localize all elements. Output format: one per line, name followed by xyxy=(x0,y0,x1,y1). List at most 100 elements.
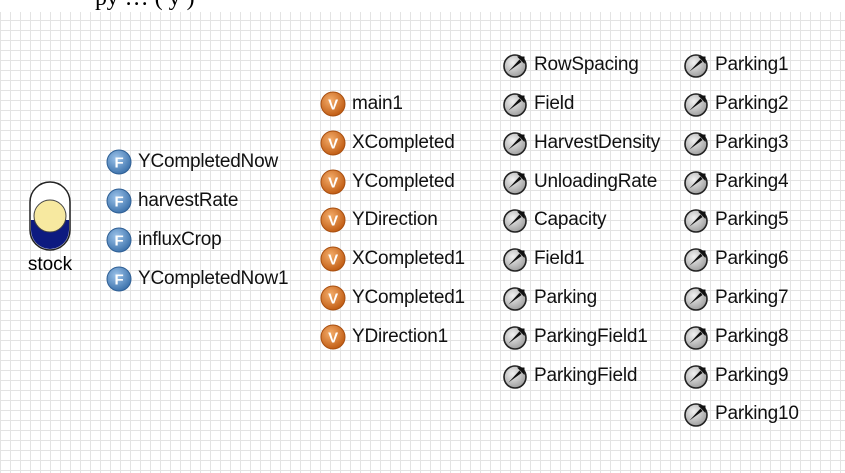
parameter-item[interactable]: Parking8 xyxy=(683,324,789,350)
svg-text:F: F xyxy=(115,155,124,172)
parameter-item[interactable]: Parking2 xyxy=(683,91,789,117)
variable-item[interactable]: V XCompleted1 xyxy=(320,246,465,272)
parameter-label: ParkingField1 xyxy=(534,326,648,347)
svg-text:V: V xyxy=(328,291,338,308)
parameter-item[interactable]: Field xyxy=(502,91,574,117)
svg-text:F: F xyxy=(115,233,124,250)
parameter-item[interactable]: Parking6 xyxy=(683,246,789,272)
parameter-icon xyxy=(502,285,528,311)
parameter-icon xyxy=(683,246,709,272)
svg-text:V: V xyxy=(328,136,338,153)
parameter-label: Parking9 xyxy=(715,365,789,386)
parameter-icon xyxy=(683,401,709,427)
parameter-item[interactable]: Field1 xyxy=(502,246,585,272)
parameter-label: HarvestDensity xyxy=(534,132,661,153)
parameter-icon xyxy=(502,207,528,233)
variable-item[interactable]: V YCompleted1 xyxy=(320,285,465,311)
variable-label: main1 xyxy=(352,93,403,114)
variable-item[interactable]: V YDirection1 xyxy=(320,324,448,350)
parameter-item[interactable]: Parking1 xyxy=(683,52,789,78)
parameter-icon xyxy=(683,52,709,78)
variable-icon: V xyxy=(320,207,346,233)
variable-item[interactable]: V YCompleted xyxy=(320,169,455,195)
function-item[interactable]: F YCompletedNow xyxy=(106,149,278,175)
parameter-item[interactable]: Parking xyxy=(502,285,597,311)
parameter-icon xyxy=(502,169,528,195)
variable-label: YDirection xyxy=(352,209,438,230)
variable-icon: V xyxy=(320,285,346,311)
stock-element[interactable]: stock xyxy=(24,180,76,276)
parameter-item[interactable]: Parking3 xyxy=(683,130,789,156)
svg-text:V: V xyxy=(328,175,338,192)
parameter-label: Parking3 xyxy=(715,132,789,153)
parameter-label: Parking10 xyxy=(715,403,799,424)
variable-icon: V xyxy=(320,130,346,156)
parameter-label: UnloadingRate xyxy=(534,171,658,192)
parameter-icon xyxy=(502,91,528,117)
function-icon: F xyxy=(106,266,132,292)
parameter-icon xyxy=(683,285,709,311)
parameter-icon xyxy=(502,130,528,156)
parameter-icon xyxy=(502,246,528,272)
parameter-label: Parking8 xyxy=(715,326,789,347)
parameter-item[interactable]: Parking7 xyxy=(683,285,789,311)
function-item[interactable]: F influxCrop xyxy=(106,227,222,253)
parameter-item[interactable]: UnloadingRate xyxy=(502,169,657,195)
top-caption-strip: ру … ( у ) xyxy=(0,0,845,12)
stock-icon xyxy=(29,181,71,251)
variable-label: YDirection1 xyxy=(352,326,449,347)
parameter-icon xyxy=(683,363,709,389)
function-icon: F xyxy=(106,149,132,175)
parameter-item[interactable]: ParkingField1 xyxy=(502,324,648,350)
function-label: harvestRate xyxy=(138,190,239,211)
variable-label: YCompleted1 xyxy=(352,287,465,308)
parameter-label: Field xyxy=(534,93,575,114)
parameter-icon xyxy=(683,91,709,117)
parameter-item[interactable]: Capacity xyxy=(502,207,607,233)
function-item[interactable]: F YCompletedNow1 xyxy=(106,266,289,292)
parameter-label: Parking xyxy=(534,287,598,308)
function-label: YCompletedNow xyxy=(138,151,278,172)
variable-label: YCompleted xyxy=(352,171,455,192)
parameter-label: Parking4 xyxy=(715,171,789,192)
parameter-label: ParkingField xyxy=(534,365,638,386)
function-icon: F xyxy=(106,227,132,253)
svg-text:V: V xyxy=(328,97,338,114)
parameter-label: Field1 xyxy=(534,248,585,269)
variable-icon: V xyxy=(320,246,346,272)
parameter-item[interactable]: RowSpacing xyxy=(502,52,639,78)
function-item[interactable]: F harvestRate xyxy=(106,188,238,214)
function-icon: F xyxy=(106,188,132,214)
parameter-icon xyxy=(683,207,709,233)
variable-label: XCompleted xyxy=(352,132,455,153)
parameter-item[interactable]: ParkingField xyxy=(502,363,637,389)
parameter-icon xyxy=(683,169,709,195)
parameter-item[interactable]: Parking5 xyxy=(683,207,789,233)
svg-text:V: V xyxy=(328,213,338,230)
parameter-label: Capacity xyxy=(534,209,607,230)
top-caption-text: ру … ( у ) xyxy=(95,0,195,12)
parameter-item[interactable]: Parking9 xyxy=(683,363,789,389)
variable-label: XCompleted1 xyxy=(352,248,465,269)
parameter-icon xyxy=(683,324,709,350)
parameter-label: RowSpacing xyxy=(534,54,639,75)
svg-text:F: F xyxy=(115,194,124,211)
function-label: YCompletedNow1 xyxy=(138,268,289,289)
variable-item[interactable]: V XCompleted xyxy=(320,130,455,156)
parameter-icon xyxy=(502,52,528,78)
parameter-item[interactable]: HarvestDensity xyxy=(502,130,660,156)
parameter-label: Parking5 xyxy=(715,209,789,230)
variable-item[interactable]: V main1 xyxy=(320,91,403,117)
variable-icon: V xyxy=(320,169,346,195)
parameter-label: Parking6 xyxy=(715,248,789,269)
svg-text:V: V xyxy=(328,330,338,347)
parameter-item[interactable]: Parking10 xyxy=(683,401,799,427)
parameter-icon xyxy=(683,130,709,156)
variable-item[interactable]: V YDirection xyxy=(320,207,438,233)
parameter-item[interactable]: Parking4 xyxy=(683,169,789,195)
parameter-label: Parking2 xyxy=(715,93,789,114)
variable-icon: V xyxy=(320,91,346,117)
variable-icon: V xyxy=(320,324,346,350)
parameter-icon xyxy=(502,363,528,389)
stock-label: stock xyxy=(27,254,73,275)
